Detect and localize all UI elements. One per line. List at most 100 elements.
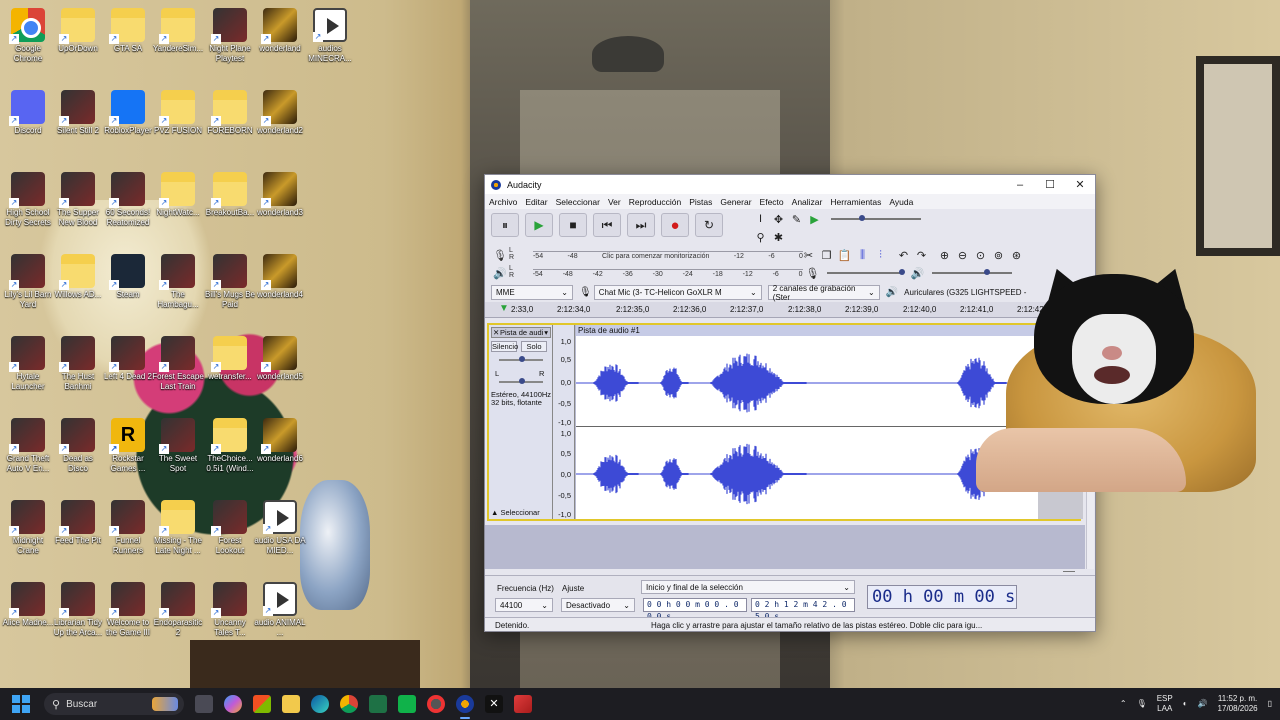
desktop-icon[interactable]: The Sweet Spot (152, 418, 204, 474)
menu-seleccionar[interactable]: Seleccionar (556, 197, 600, 207)
copy-icon[interactable]: ❐ (818, 247, 835, 264)
menu-ver[interactable]: Ver (608, 197, 621, 207)
obs-icon[interactable] (427, 695, 445, 713)
waveform-left-channel[interactable] (576, 339, 1038, 425)
desktop-icon[interactable]: Willows AD... (52, 254, 104, 300)
desktop-icon[interactable]: UpOrDown (52, 8, 104, 54)
desktop-icon[interactable]: PVZ FUSION (152, 90, 204, 136)
desktop-icon[interactable]: audio USA DA MIED... (254, 500, 306, 556)
clip-title-bar[interactable]: Pista de audio #1 (576, 325, 1038, 336)
menu-ayuda[interactable]: Ayuda (889, 197, 913, 207)
paste-icon[interactable]: 📋 (836, 247, 853, 264)
project-rate-select[interactable]: 44100 ⌄ (495, 598, 553, 612)
mute-button[interactable]: Silencio (491, 341, 518, 352)
desktop-icon[interactable]: 60 Seconds! Reatomized (102, 172, 154, 228)
slider-thumb[interactable] (899, 269, 905, 275)
desktop-icon[interactable]: Welcome to the Game III (102, 582, 154, 638)
desktop-icon[interactable]: Midnight Crane (2, 500, 54, 556)
title-bar[interactable]: Audacity – ☐ ✕ (485, 175, 1095, 194)
collapse-icon[interactable]: ▲ (491, 508, 498, 517)
chevron-up-icon[interactable]: ⌃ (1120, 699, 1127, 709)
menu-generar[interactable]: Generar (720, 197, 751, 207)
zoom-out-icon[interactable]: ⊖ (954, 247, 971, 264)
desktop-icon[interactable]: Forest Lookout (204, 500, 256, 556)
play-head-icon[interactable]: ▼ (499, 303, 509, 314)
audio-host-select[interactable]: MME ⌄ (491, 285, 573, 300)
zoom-tool-icon[interactable]: ⚲ (752, 229, 769, 246)
task-view-icon[interactable] (195, 695, 213, 713)
language-indicator[interactable]: ESP LAA (1157, 694, 1173, 714)
desktop-icon[interactable]: The Supper New Blood (52, 172, 104, 228)
cut-icon[interactable]: ✂ (800, 247, 817, 264)
desktop-icon[interactable]: Grand Theft Auto V En... (2, 418, 54, 474)
play-at-speed-icon[interactable]: ▶ (806, 211, 823, 228)
desktop-icon[interactable]: TheChoice... 0.5i1 (Wind... (204, 418, 256, 474)
desktop-icon[interactable]: wonderland5 (254, 336, 306, 382)
empty-track-space[interactable] (485, 525, 1085, 569)
waveform-area[interactable]: Pista de audio #1 (576, 325, 1038, 519)
draw-tool-icon[interactable]: ✎ (788, 211, 805, 228)
resize-grip[interactable] (1063, 571, 1075, 572)
desktop-icon[interactable]: Hytale Launcher (2, 336, 54, 392)
desktop-icon[interactable]: Librarian Tidy Up the Arca... (52, 582, 104, 638)
pause-button[interactable]: ⏸ (491, 213, 519, 237)
desktop-icon[interactable]: Alice Madne... (2, 582, 54, 628)
desktop-icon[interactable]: Dead as Disco (52, 418, 104, 474)
trim-icon[interactable]: ⫼ (854, 247, 871, 264)
desktop-icon[interactable]: Forest Escape Last Train (152, 336, 204, 392)
desktop-icon[interactable]: audio ANIMAL ... (254, 582, 306, 638)
desktop-icon[interactable]: Funnel Runners (102, 500, 154, 556)
track-name-menu[interactable]: ✕ Pista de audi ▾ (491, 327, 551, 338)
desktop-icon[interactable]: audios MINECRA... (304, 8, 356, 64)
audacity-taskbar-icon[interactable] (456, 695, 474, 719)
minimize-button[interactable]: – (1005, 179, 1035, 191)
channels-select[interactable]: 2 canales de grabación (Ster ⌄ (767, 284, 880, 302)
desktop-icon[interactable]: wonderland2 (254, 90, 306, 136)
desktop-icon[interactable]: GTA SA (102, 8, 154, 54)
clock[interactable]: 11:52 p. m. 17/08/2026 (1218, 694, 1258, 714)
desktop-icon[interactable]: wonderland (254, 8, 306, 54)
zoom-in-icon[interactable]: ⊕ (936, 247, 953, 264)
play-button[interactable]: ▶ (525, 213, 553, 237)
select-track-button[interactable]: ▲ Seleccionar (491, 508, 540, 517)
desktop-icon[interactable]: YandereSim... (152, 8, 204, 54)
fit-selection-icon[interactable]: ⊙ (972, 247, 989, 264)
desktop-icon[interactable]: wonderland3 (254, 172, 306, 218)
start-button[interactable] (12, 695, 30, 713)
record-meter-prompt[interactable]: Clic para comenzar monitorización (602, 253, 709, 260)
network-icon[interactable]: ◐ (1183, 699, 1188, 709)
slider-thumb[interactable] (859, 215, 865, 221)
microsoft-store-icon[interactable] (253, 695, 271, 713)
gain-slider[interactable] (499, 356, 543, 362)
desktop-icon[interactable]: wonderland4 (254, 254, 306, 300)
menu-efecto[interactable]: Efecto (760, 197, 784, 207)
menu-archivo[interactable]: Archivo (489, 197, 517, 207)
maximize-button[interactable]: ☐ (1035, 178, 1065, 191)
selection-end-time[interactable]: 0 2 h 1 2 m 4 2 . 0 5 0 s (751, 598, 855, 621)
excel-icon[interactable] (369, 695, 387, 713)
fit-project-icon[interactable]: ⊚ (990, 247, 1007, 264)
desktop-icon[interactable]: Night Plane Playtest (204, 8, 256, 64)
stop-button[interactable]: ■ (559, 213, 587, 237)
snap-select[interactable]: Desactivado ⌄ (561, 598, 635, 612)
multi-tool-icon[interactable]: ✱ (770, 229, 787, 246)
capcut-icon[interactable]: ✕ (485, 695, 503, 713)
skip-to-end-button[interactable]: ⏭ (627, 213, 655, 237)
desktop-icon[interactable]: Lily's Lil Barn Yard (2, 254, 54, 310)
desktop-icon[interactable]: Discord (2, 90, 54, 136)
notification-icon[interactable]: ▯ (1268, 699, 1272, 709)
desktop-icon[interactable]: Silent Still 2 (52, 90, 104, 136)
selection-start-time[interactable]: 0 0 h 0 0 m 0 0 . 0 0 0 s (643, 598, 747, 621)
record-button[interactable]: ● (661, 213, 689, 237)
zoom-toggle-icon[interactable]: ⊛ (1008, 247, 1025, 264)
record-meter[interactable]: 🎙 L R -54 -48 Clic para comenzar monitor… (493, 247, 803, 263)
envelope-tool-icon[interactable]: ✥ (770, 211, 787, 228)
recording-volume-slider[interactable] (827, 269, 905, 275)
desktop-icon[interactable]: Endoparasitic 2 (152, 582, 204, 638)
menu-herramientas[interactable]: Herramientas (830, 197, 881, 207)
desktop-icon[interactable]: wetransfer... (204, 336, 256, 382)
playback-meter[interactable]: 🔊 L R -54 -48 -42 -36 -30 -24 -18 -12 -6… (493, 265, 803, 281)
solo-button[interactable]: Solo (521, 341, 547, 352)
desktop-icon[interactable]: Missing - The Late Night ... (152, 500, 204, 556)
menu-editar[interactable]: Editar (525, 197, 547, 207)
